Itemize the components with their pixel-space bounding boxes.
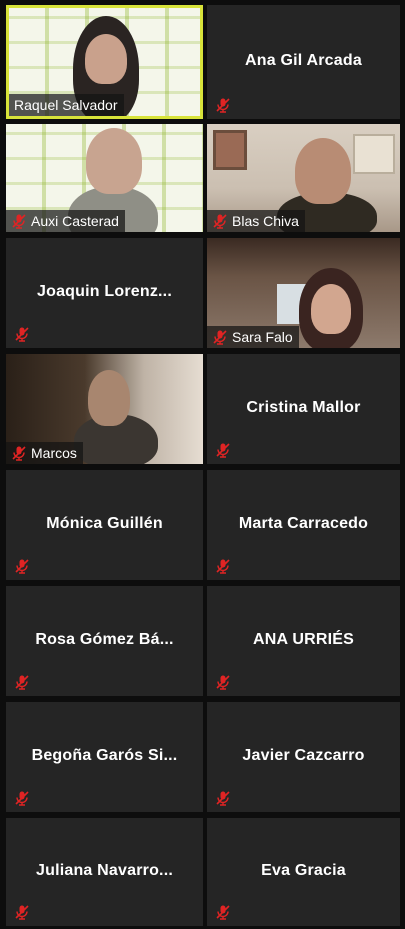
participant-name: Marcos (31, 445, 77, 461)
microphone-muted-icon (216, 675, 230, 690)
participant-name-label: Sara Falo (207, 326, 299, 348)
participant-video-face (295, 138, 351, 204)
participant-tile-juliana-navarro[interactable]: Juliana Navarro... (6, 818, 203, 926)
participant-name: Marta Carracedo (238, 515, 369, 533)
participant-tile-monica-guillen[interactable]: Mónica Guillén (6, 470, 203, 580)
participant-tile-begona-garos[interactable]: Begoña Garós Si... (6, 702, 203, 812)
participant-name: Javier Cazcarro (242, 747, 365, 765)
microphone-muted-icon (15, 905, 29, 920)
participant-tile-cristina-mallor[interactable]: Cristina Mallor (207, 354, 400, 464)
participant-tile-marta-carracedo[interactable]: Marta Carracedo (207, 470, 400, 580)
participant-name: Sara Falo (232, 329, 293, 345)
microphone-muted-icon (216, 559, 230, 574)
participant-video-frame (213, 130, 247, 170)
participant-name-label: Raquel Salvador (9, 94, 124, 116)
participant-name: Rosa Gómez Bá... (35, 631, 174, 649)
participant-name: Begoña Garós Si... (31, 747, 178, 765)
microphone-muted-icon (216, 791, 230, 806)
participant-name: ANA URRIÉS (253, 631, 354, 649)
microphone-muted-icon (12, 446, 26, 461)
participant-name-label: Marcos (6, 442, 83, 464)
participant-tile-joaquin-lorenz[interactable]: Joaquin Lorenz... (6, 238, 203, 348)
participant-tile-blas-chiva[interactable]: Blas Chiva (207, 124, 400, 232)
microphone-muted-icon (15, 791, 29, 806)
participant-name: Auxi Casterad (31, 213, 119, 229)
participant-tile-marcos[interactable]: Marcos (6, 354, 203, 464)
participant-tile-sara-falo[interactable]: Sara Falo (207, 238, 400, 348)
microphone-muted-icon (15, 675, 29, 690)
microphone-muted-icon (213, 214, 227, 229)
participant-name: Joaquin Lorenz... (37, 283, 172, 301)
participant-tile-auxi-casterad[interactable]: Auxi Casterad (6, 124, 203, 232)
participant-name: Raquel Salvador (14, 97, 118, 113)
participant-name-label: Auxi Casterad (6, 210, 125, 232)
participant-tile-ana-gil-arcada[interactable]: Ana Gil Arcada (207, 5, 400, 119)
participant-name-label: Blas Chiva (207, 210, 305, 232)
participant-video-face (88, 370, 130, 426)
microphone-muted-icon (12, 214, 26, 229)
participant-name: Eva Gracia (261, 862, 346, 880)
participant-name: Blas Chiva (232, 213, 299, 229)
participant-tile-eva-gracia[interactable]: Eva Gracia (207, 818, 400, 926)
participant-video-face (311, 284, 351, 334)
microphone-muted-icon (213, 330, 227, 345)
participant-tile-raquel-salvador[interactable]: Raquel Salvador (6, 5, 203, 119)
participant-name: Cristina Mallor (246, 399, 361, 417)
microphone-muted-icon (15, 559, 29, 574)
participant-tile-javier-cazcarro[interactable]: Javier Cazcarro (207, 702, 400, 812)
participant-name: Mónica Guillén (46, 515, 163, 533)
participant-tile-rosa-gomez[interactable]: Rosa Gómez Bá... (6, 586, 203, 696)
participant-video-face (85, 34, 127, 84)
participant-name: Ana Gil Arcada (245, 52, 362, 70)
microphone-muted-icon (216, 443, 230, 458)
participant-video-face (86, 128, 142, 194)
microphone-muted-icon (15, 327, 29, 342)
microphone-muted-icon (216, 98, 230, 113)
participant-video-frame (353, 134, 395, 174)
participant-name: Juliana Navarro... (36, 862, 173, 880)
microphone-muted-icon (216, 905, 230, 920)
participant-tile-ana-urries[interactable]: ANA URRIÉS (207, 586, 400, 696)
